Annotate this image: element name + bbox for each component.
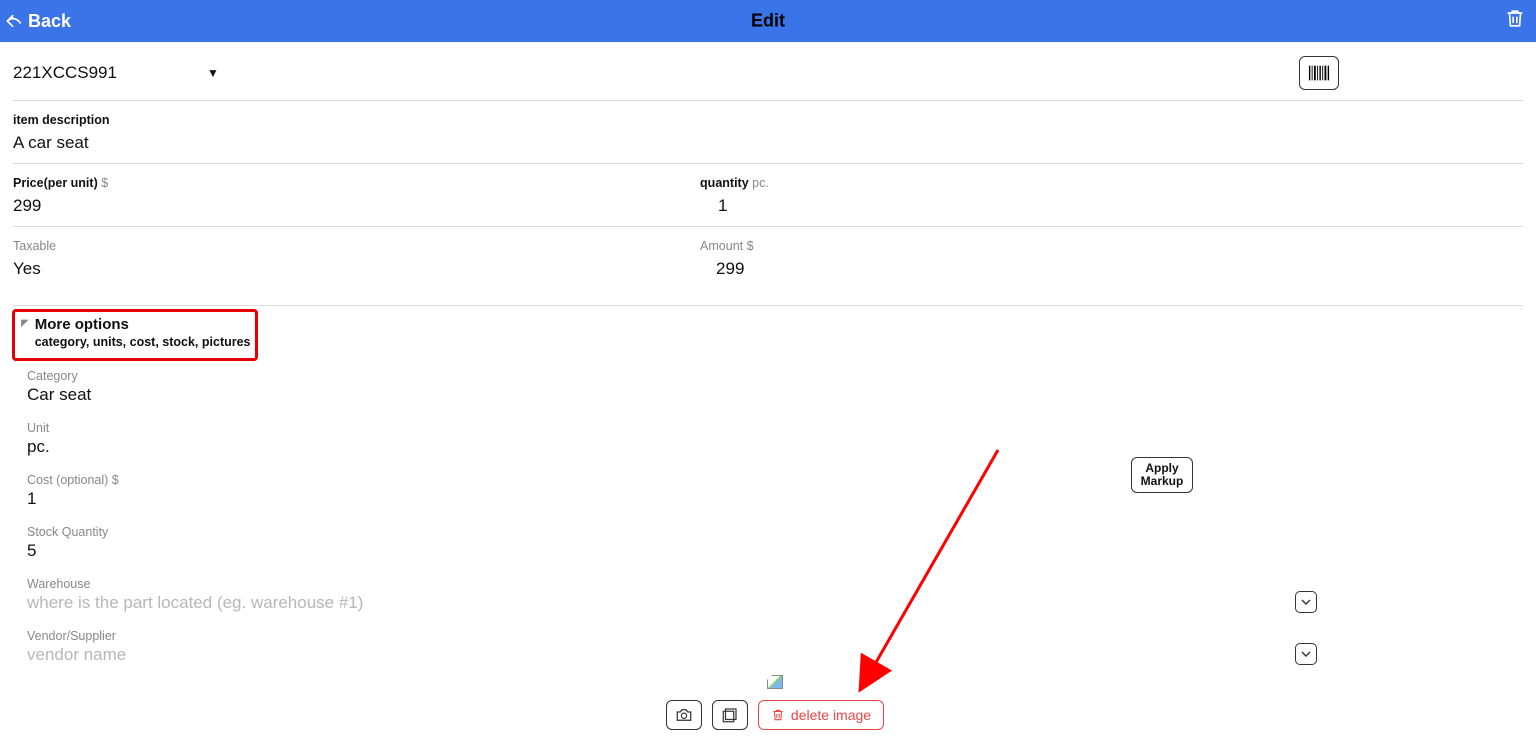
category-input[interactable]: Car seat <box>27 385 1523 405</box>
item-image-thumbnail[interactable] <box>767 675 783 689</box>
back-label: Back <box>28 11 71 32</box>
chevron-down-icon <box>1301 649 1311 659</box>
more-options-toggle[interactable]: ◤ More options category, units, cost, st… <box>13 306 1523 355</box>
stock-input[interactable]: 5 <box>27 541 1523 561</box>
price-input[interactable]: 299 <box>13 196 700 216</box>
cost-input[interactable]: 1 <box>27 489 1131 509</box>
amount-value: 299 <box>700 259 1523 279</box>
topbar: Back Edit <box>0 0 1536 42</box>
more-options-panel: Category Car seat Unit pc. Cost (optiona… <box>13 355 1523 730</box>
unit-label: Unit <box>27 421 1523 435</box>
description-section: item description <box>13 101 1523 164</box>
price-quantity-section: Price(per unit) $ 299 quantity pc. 1 <box>13 164 1523 227</box>
vendor-input[interactable] <box>27 645 647 665</box>
price-label: Price(per unit) $ <box>13 176 700 190</box>
barcode-icon <box>1308 64 1330 82</box>
more-options-title: More options <box>35 316 251 333</box>
vendor-dropdown-button[interactable] <box>1295 643 1317 665</box>
taxable-label: Taxable <box>13 239 700 253</box>
category-label: Category <box>27 369 1523 383</box>
quantity-label: quantity pc. <box>700 176 1523 190</box>
description-input[interactable] <box>13 133 633 153</box>
warehouse-label: Warehouse <box>27 577 1523 591</box>
back-arrow-icon <box>4 11 24 31</box>
choose-from-gallery-button[interactable] <box>712 700 748 730</box>
camera-icon <box>675 707 693 723</box>
sku-value: 221XCCS991 <box>13 63 117 83</box>
sku-dropdown[interactable]: 221XCCS991 ▼ <box>13 63 219 83</box>
delete-image-button[interactable]: delete image <box>758 700 884 730</box>
apply-markup-button[interactable]: Apply Markup <box>1131 457 1193 493</box>
barcode-scan-button[interactable] <box>1299 56 1339 90</box>
trash-icon <box>1504 8 1526 30</box>
warehouse-dropdown-button[interactable] <box>1295 591 1317 613</box>
gallery-icon <box>721 707 739 723</box>
dropdown-caret-icon: ▼ <box>207 66 219 80</box>
item-image-section: delete image <box>27 675 1523 730</box>
stock-label: Stock Quantity <box>27 525 1523 539</box>
page-title: Edit <box>751 11 785 32</box>
collapse-icon: ◤ <box>21 318 29 329</box>
chevron-down-icon <box>1301 597 1311 607</box>
delete-image-label: delete image <box>791 707 871 723</box>
description-label: item description <box>13 113 1523 127</box>
delete-item-button[interactable] <box>1504 8 1526 35</box>
taxable-toggle[interactable]: Yes <box>13 259 700 279</box>
taxable-amount-section: Taxable Yes Amount $ 299 <box>13 227 1523 306</box>
take-photo-button[interactable] <box>666 700 702 730</box>
cost-label: Cost (optional) $ <box>27 473 1131 487</box>
more-options-subtitle: category, units, cost, stock, pictures <box>35 335 251 349</box>
warehouse-input[interactable] <box>27 593 647 613</box>
sku-row: 221XCCS991 ▼ <box>13 42 1523 101</box>
amount-label: Amount $ <box>700 239 1523 253</box>
unit-input[interactable]: pc. <box>27 437 1523 457</box>
trash-icon <box>771 707 785 723</box>
vendor-label: Vendor/Supplier <box>27 629 1523 643</box>
back-button[interactable]: Back <box>0 11 71 32</box>
quantity-input[interactable]: 1 <box>700 196 1523 216</box>
